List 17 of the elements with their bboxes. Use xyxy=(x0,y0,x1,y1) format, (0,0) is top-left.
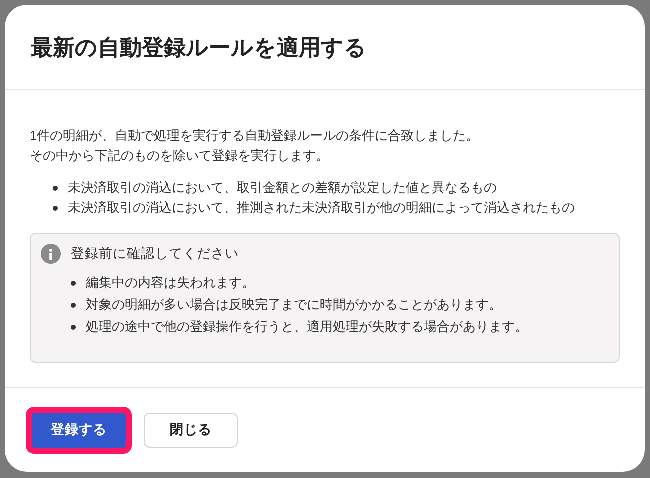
bullet-icon xyxy=(53,206,58,210)
register-button[interactable]: 登録する xyxy=(32,412,126,448)
notice-text: 対象の明細が多い場合は反映完了までに時間がかかることがあります。 xyxy=(86,296,502,314)
notice-text: 処理の途中で他の登録操作を行うと、適用処理が失敗する場合があります。 xyxy=(86,318,528,336)
message-text: 1件の明細が、自動で処理を実行する自動登録ルールの条件に合致しました。 xyxy=(30,127,480,145)
bullet-icon xyxy=(71,324,76,330)
notice-text: 編集中の内容は失われます。 xyxy=(86,274,255,292)
bullet-icon xyxy=(71,302,76,308)
message-text: その中から下記のものを除いて登録を実行します。 xyxy=(30,147,329,165)
exclusion-text: 未決済取引の消込において、取引金額との差額が設定した値と異なるもの xyxy=(68,179,497,197)
bullet-icon xyxy=(71,280,76,286)
dialog-title: 最新の自動登録ルールを適用する xyxy=(31,34,367,62)
notice-title: 登録前に確認してください xyxy=(71,245,239,263)
exclusion-text: 未決済取引の消込において、推測された未決済取引が他の明細によって消込されたもの xyxy=(68,199,575,217)
bullet-icon xyxy=(53,186,58,190)
info-icon xyxy=(41,244,61,264)
close-button[interactable]: 閉じる xyxy=(144,412,238,448)
